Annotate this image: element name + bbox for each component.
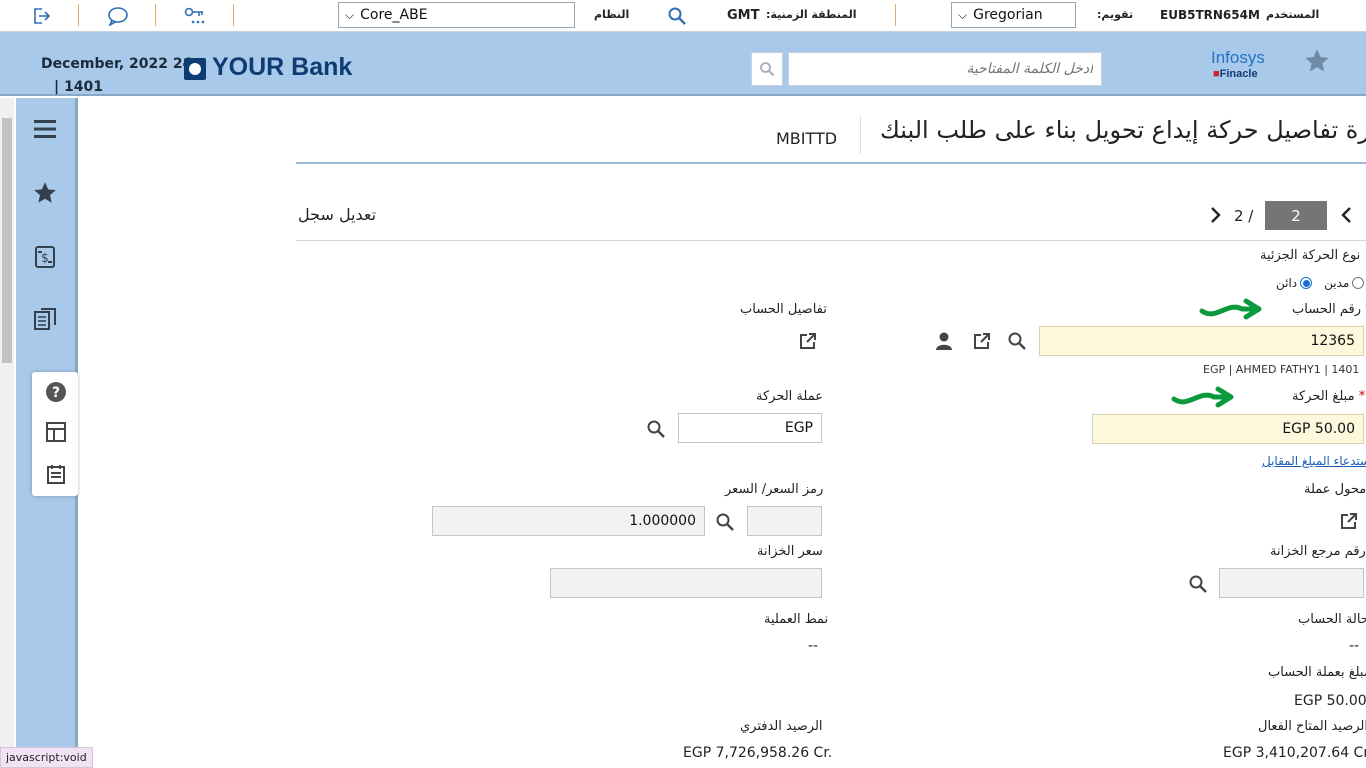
rate-code-input[interactable]: [747, 506, 822, 536]
external-link-icon[interactable]: [971, 330, 993, 352]
search-icon[interactable]: [666, 5, 688, 27]
effective-available-label: الرصيد المتاح الفعال: [1258, 719, 1366, 734]
part-txn-type-label: نوع الحركة الجزئية: [1260, 248, 1361, 263]
account-no-input[interactable]: 12365: [1039, 326, 1364, 356]
chevron-down-icon: ⌵: [345, 7, 355, 22]
svg-text:?: ?: [52, 385, 60, 401]
amount-in-acct-ccy-label: مبلغ بعملة الحساب: [1268, 665, 1366, 680]
favorites-star-icon[interactable]: [30, 178, 60, 208]
brand-bottom: ■Finacle: [1213, 68, 1258, 80]
txn-amount-input[interactable]: EGP 50.00: [1092, 414, 1364, 444]
status-bar-url: javascript:void: [0, 747, 93, 768]
key-icon[interactable]: [184, 5, 206, 27]
system-select[interactable]: ⌵ Core_ABE: [338, 2, 575, 28]
account-info: EGP | AHMED FATHY1 | 1401: [1203, 363, 1360, 376]
menu-icon[interactable]: [30, 114, 60, 144]
bank-name: YOUR Bank: [212, 53, 353, 81]
layout-icon[interactable]: [44, 420, 68, 444]
radio-credit[interactable]: دائن: [1276, 276, 1313, 290]
calendar-label: تقويم:: [1097, 8, 1134, 21]
user-id: EUB5TRN654M: [1160, 8, 1260, 22]
treasury-ref-input[interactable]: [1219, 568, 1364, 598]
timezone-label: المنطقة الزمنية:: [766, 8, 857, 21]
search-icon[interactable]: [645, 418, 667, 440]
page-code: MBITTD: [776, 129, 838, 148]
favorite-star-icon[interactable]: [1303, 47, 1331, 79]
app-header: December, 2022 24 | 1401 YOUR Bank Infos…: [0, 32, 1366, 96]
currency-converter-label: محول عملة: [1304, 482, 1366, 497]
arrow-annotation-icon: [1196, 297, 1266, 327]
header-search-button[interactable]: [751, 52, 783, 86]
radio-debit-label: مدين: [1324, 276, 1350, 290]
recall-amount-link[interactable]: استدعاء المبلغ المقابل: [1262, 454, 1366, 468]
system-select-value: Core_ABE: [360, 7, 428, 23]
calendar-select-value: Gregorian: [973, 7, 1043, 23]
external-link-icon[interactable]: [1338, 510, 1360, 532]
account-no-label: * رقم الحساب: [1292, 302, 1366, 317]
chevron-right-icon[interactable]: [1208, 205, 1224, 229]
user-label: المستخدم: [1266, 8, 1320, 21]
external-link-icon[interactable]: [797, 330, 819, 352]
top-bar: ⌵ Core_ABE النظام GMT المنطقة الزمنية: ⌵…: [0, 0, 1366, 32]
treasury-ref-label: رقم مرجع الخزانة: [1270, 544, 1366, 559]
help-icon[interactable]: ?: [44, 380, 68, 404]
brand-top: Infosys: [1211, 48, 1265, 67]
txn-currency-input[interactable]: EGP: [678, 413, 822, 443]
branch-code: | 1401: [54, 79, 103, 95]
chevron-left-icon[interactable]: [1339, 205, 1355, 229]
infosys-finacle-logo: Infosys ■Finacle: [1209, 48, 1273, 84]
radio-credit-label: دائن: [1276, 276, 1298, 290]
section-title: تعديل سجل: [298, 205, 377, 224]
operation-mode-value: --: [808, 638, 819, 654]
txn-amount-label: * مبلغ الحركة: [1292, 389, 1366, 404]
ledger-balance-label: الرصيد الدفتري: [740, 719, 823, 734]
effective-available-value: EGP 3,410,207.64 Cr.: [1223, 745, 1366, 761]
treasury-rate-input[interactable]: [550, 568, 822, 598]
operation-mode-label: نمط العملية: [764, 612, 829, 627]
chat-icon[interactable]: [107, 5, 129, 27]
calendar-select[interactable]: ⌵ Gregorian: [951, 2, 1076, 28]
bank-logo-icon: [184, 58, 206, 80]
txn-currency-label: عملة الحركة: [756, 389, 823, 404]
sidebar-tools-panel: ?: [32, 372, 78, 496]
radio-debit[interactable]: مدين: [1324, 276, 1365, 290]
documents-icon[interactable]: [30, 304, 60, 334]
logout-icon[interactable]: [30, 5, 52, 27]
search-icon: [759, 61, 775, 81]
account-no-label-text: رقم الحساب: [1292, 302, 1362, 317]
arrow-annotation-icon: [1168, 385, 1238, 415]
search-icon[interactable]: [1187, 573, 1209, 595]
ledger-balance-value: EGP 7,726,958.26 Cr.: [683, 745, 833, 761]
search-icon[interactable]: [714, 511, 736, 533]
amount-in-acct-ccy-value: EGP 50.00: [1294, 693, 1366, 709]
page-scrollbar[interactable]: [0, 98, 14, 768]
account-status-label: حالة الحساب: [1298, 612, 1366, 627]
txn-amount-label-text: مبلغ الحركة: [1292, 389, 1355, 404]
svg-text:$: $: [41, 251, 49, 265]
account-details-label: تفاصيل الحساب: [740, 302, 827, 317]
calendar-icon[interactable]: [44, 462, 68, 486]
timezone-value: GMT: [727, 8, 760, 23]
pager-total: 2 /: [1234, 207, 1254, 225]
pager-current[interactable]: 2: [1265, 201, 1327, 230]
transfer-icon[interactable]: $: [30, 242, 60, 272]
keyword-search-input[interactable]: [788, 52, 1102, 86]
rate-input[interactable]: 1.000000: [432, 506, 705, 536]
brand-bottom-text: Finacle: [1219, 68, 1258, 80]
treasury-rate-label: سعر الخزانة: [757, 544, 823, 559]
business-date: December, 2022 24: [41, 56, 193, 72]
rate-code-label: رمز السعر/ السعر: [725, 482, 824, 497]
user-icon[interactable]: [933, 330, 955, 352]
system-label: النظام: [594, 8, 630, 21]
part-txn-type-radio-group: مدين دائن: [1276, 274, 1365, 292]
chevron-down-icon: ⌵: [958, 7, 968, 22]
page-title: إدارة تفاصيل حركة إيداع تحويل بناء على ط…: [880, 116, 1366, 144]
search-icon[interactable]: [1006, 330, 1028, 352]
account-status-value: --: [1349, 638, 1360, 654]
